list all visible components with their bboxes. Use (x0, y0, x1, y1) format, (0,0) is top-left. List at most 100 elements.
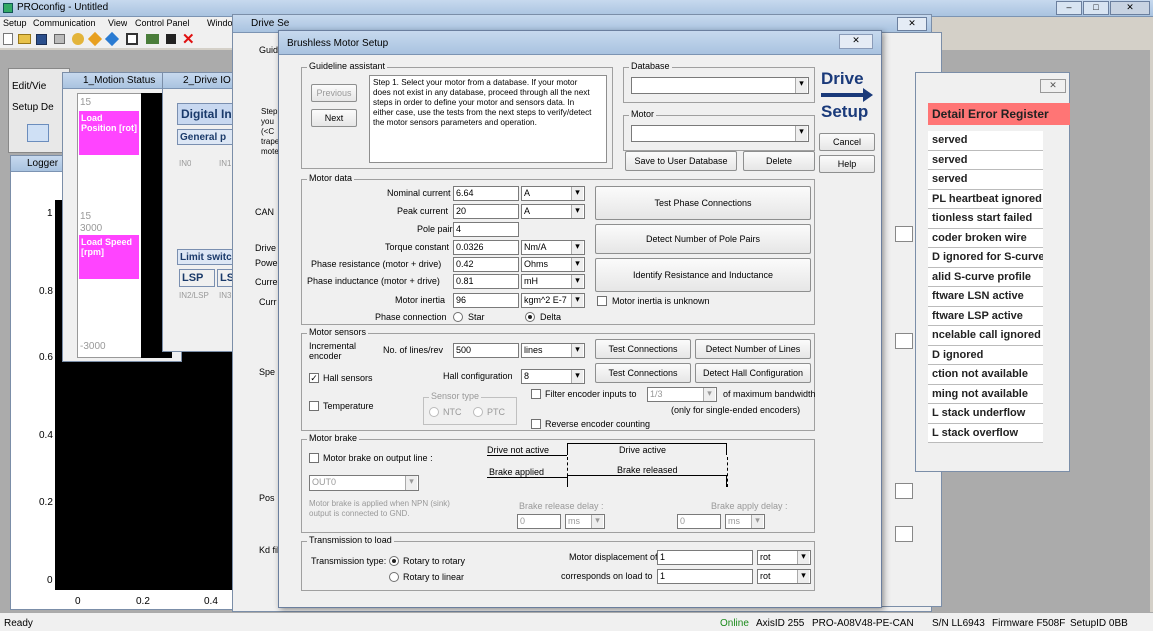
previous-button[interactable]: Previous (311, 84, 357, 102)
menu-communication[interactable]: Communication (33, 18, 96, 28)
save-to-user-database-button[interactable]: Save to User Database (625, 151, 737, 171)
next-button[interactable]: Next (311, 109, 357, 127)
star-radio[interactable] (453, 312, 463, 322)
motor-inertia-unit[interactable]: kgm^2 E-7 (521, 293, 585, 308)
motor-displacement-input[interactable]: 1 (657, 550, 753, 565)
minimize-button[interactable]: – (1056, 1, 1082, 15)
maximize-button[interactable]: □ (1083, 1, 1109, 15)
pole-pairs-input[interactable]: 4 (453, 222, 519, 237)
test-phase-connections-button[interactable]: Test Phase Connections (595, 186, 811, 220)
hall-sensors-checkbox[interactable]: ✓ (309, 373, 319, 383)
identify-resistance-inductance-button[interactable]: Identify Resistance and Inductance (595, 258, 811, 292)
ntc-radio[interactable] (429, 407, 439, 417)
open-folder-icon[interactable] (18, 34, 31, 44)
inertia-unknown-checkbox[interactable] (597, 296, 607, 306)
timing-dashed-left (567, 457, 568, 487)
database-legend: Database (629, 61, 672, 71)
phase-resistance-input[interactable]: 0.42 (453, 257, 519, 272)
load-position-box: Load Position [rot] (79, 111, 139, 155)
reverse-encoder-checkbox[interactable] (531, 419, 541, 429)
temperature-checkbox[interactable] (309, 401, 319, 411)
brake-release-unit[interactable]: ms (565, 514, 605, 529)
test-connections-button[interactable]: Test Connections (595, 339, 691, 359)
load-displacement-unit[interactable]: rot (757, 569, 811, 584)
load-position-label: Load Position [rot] (81, 113, 137, 133)
nominal-current-input[interactable]: 6.64 (453, 186, 519, 201)
upload-icon[interactable] (27, 124, 49, 142)
ptc-radio[interactable] (473, 407, 483, 417)
delete-button[interactable]: Delete (743, 151, 815, 171)
close-x-icon[interactable]: ✕ (182, 30, 195, 48)
dialog-close-button[interactable]: ✕ (839, 34, 873, 49)
bg-dropdown-1[interactable] (895, 226, 913, 242)
brake-applied-label: Brake applied (489, 467, 545, 477)
error-item: coder broken wire (928, 228, 1043, 248)
bg-dropdown-2[interactable] (895, 333, 913, 349)
diamond-left-icon[interactable] (87, 31, 103, 47)
menu-setup[interactable]: Setup (3, 18, 27, 28)
save-icon[interactable] (36, 34, 47, 45)
print-icon[interactable] (54, 34, 65, 44)
help-button[interactable]: Help (819, 155, 875, 173)
drive-setup-close-button[interactable]: ✕ (897, 17, 927, 31)
delta-radio[interactable] (525, 312, 535, 322)
brake-release-delay-input[interactable]: 0 (517, 514, 561, 529)
filter-encoder-label: Filter encoder inputs to (545, 389, 637, 399)
logo-arrow-icon (821, 93, 865, 97)
hall-config-select[interactable]: 8 (521, 369, 585, 384)
test-connections-hall-button[interactable]: Test Connections (595, 363, 691, 383)
error-item: ncelable call ignored (928, 326, 1043, 346)
phase-inductance-unit[interactable]: mH (521, 274, 585, 289)
cancel-button[interactable]: Cancel (819, 133, 875, 151)
menu-view[interactable]: View (108, 18, 127, 28)
error-register-window: ✕ Detail Error Register served served se… (915, 72, 1070, 472)
lines-per-rev-input[interactable]: 500 (453, 343, 519, 358)
toolbar: ✕ (0, 30, 260, 48)
load-displacement-input[interactable]: 1 (657, 569, 753, 584)
setup-de-label[interactable]: Setup De (12, 102, 54, 113)
peak-current-unit[interactable]: A (521, 204, 585, 219)
rotary-to-linear-label: Rotary to linear (403, 572, 465, 582)
dialog-title: Brushless Motor Setup (287, 38, 389, 49)
torque-constant-input[interactable]: 0.0326 (453, 240, 519, 255)
motor-icon[interactable] (146, 34, 159, 44)
rotary-to-rotary-radio[interactable] (389, 556, 399, 566)
lines-unit-select[interactable]: lines (521, 343, 585, 358)
menu-bar: Setup Communication View Control Panel W… (0, 17, 270, 30)
window-icon[interactable] (126, 33, 138, 45)
brake-apply-unit[interactable]: ms (725, 514, 765, 529)
bg-dropdown-3[interactable] (895, 483, 913, 499)
transmission-type-label: Transmission type: (311, 556, 387, 566)
bg-dropdown-4[interactable] (895, 526, 913, 542)
brake-note: Motor brake is applied when NPN (sink) o… (309, 499, 450, 518)
edit-view-label[interactable]: Edit/Vie (12, 81, 46, 92)
rotary-to-linear-radio[interactable] (389, 572, 399, 582)
sensor-type-legend: Sensor type (429, 391, 482, 401)
close-button[interactable]: ✕ (1110, 1, 1150, 15)
settings-icon[interactable] (72, 33, 84, 45)
database-select[interactable] (631, 77, 809, 94)
new-file-icon[interactable] (3, 33, 13, 45)
filter-encoder-checkbox[interactable] (531, 389, 541, 399)
phase-resistance-unit[interactable]: Ohms (521, 257, 585, 272)
stop-icon[interactable] (166, 34, 176, 44)
error-item: served (928, 150, 1043, 170)
nominal-current-unit[interactable]: A (521, 186, 585, 201)
peak-current-input[interactable]: 20 (453, 204, 519, 219)
menu-control-panel[interactable]: Control Panel (135, 18, 190, 28)
diamond-right-icon[interactable] (104, 31, 120, 47)
motor-select[interactable] (631, 125, 809, 142)
pos-max-label: 15 (80, 97, 92, 108)
motor-brake-checkbox[interactable] (309, 453, 319, 463)
torque-constant-unit[interactable]: Nm/A (521, 240, 585, 255)
filter-select[interactable]: 1/3 (647, 387, 717, 402)
detect-pole-pairs-button[interactable]: Detect Number of Pole Pairs (595, 224, 811, 254)
brake-apply-delay-input[interactable]: 0 (677, 514, 721, 529)
error-close-button[interactable]: ✕ (1040, 79, 1066, 93)
detect-number-of-lines-button[interactable]: Detect Number of Lines (695, 339, 811, 359)
motor-displacement-unit[interactable]: rot (757, 550, 811, 565)
detect-hall-config-button[interactable]: Detect Hall Configuration (695, 363, 811, 383)
phase-inductance-input[interactable]: 0.81 (453, 274, 519, 289)
brake-output-select[interactable]: OUT0 (309, 475, 419, 491)
motor-inertia-input[interactable]: 96 (453, 293, 519, 308)
